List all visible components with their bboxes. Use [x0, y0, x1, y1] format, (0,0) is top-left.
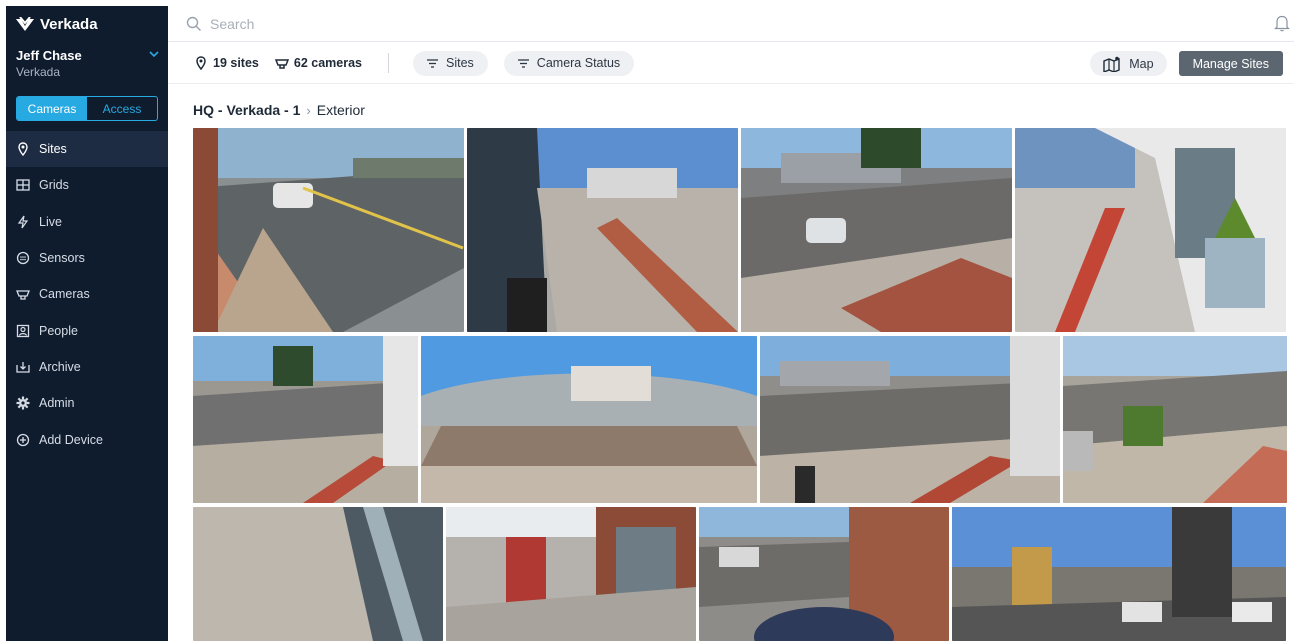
map-icon	[1103, 56, 1120, 72]
camera-tile[interactable]	[421, 336, 757, 503]
camera-tile[interactable]	[741, 128, 1012, 332]
camera-feed-thumbnail	[741, 128, 1012, 332]
account-switcher[interactable]: Jeff Chase Verkada	[6, 42, 168, 92]
camera-feed-thumbnail	[193, 336, 418, 503]
search-icon	[186, 16, 201, 31]
sensor-icon	[16, 251, 30, 265]
account-name: Jeff Chase	[16, 48, 82, 63]
camera-icon	[274, 59, 289, 69]
manage-sites-button[interactable]: Manage Sites	[1178, 51, 1283, 76]
sidebar-item-label: Archive	[39, 359, 81, 374]
camera-tile[interactable]	[699, 507, 949, 641]
map-button[interactable]: Map	[1090, 51, 1167, 76]
divider	[388, 53, 389, 73]
camera-feed-thumbnail	[446, 507, 696, 641]
camera-tile[interactable]	[1063, 336, 1287, 503]
bolt-icon	[17, 215, 29, 229]
camera-status-filter-button[interactable]: Camera Status	[503, 50, 635, 76]
breadcrumb: HQ - Verkada - 1 › Exterior	[193, 102, 365, 118]
camera-row	[193, 128, 1286, 332]
brand-name: Verkada	[40, 15, 98, 33]
camera-feed-thumbnail	[952, 507, 1286, 641]
sidebar-item-admin[interactable]: Admin	[6, 385, 168, 421]
top-bar	[168, 6, 1294, 42]
sidebar-item-sites[interactable]: Sites	[6, 131, 168, 168]
cameras-count: 62 cameras	[274, 56, 362, 70]
sidebar-item-label: Sensors	[39, 251, 85, 266]
sidebar-item-label: Sites	[39, 142, 67, 157]
access-tab[interactable]: Access	[87, 97, 157, 120]
sidebar-item-people[interactable]: People	[6, 312, 168, 348]
sidebar-item-live[interactable]: Live	[6, 204, 168, 240]
sidebar: Verkada Jeff Chase Verkada Cameras Acces…	[6, 6, 168, 641]
sidebar-item-sensors[interactable]: Sensors	[6, 240, 168, 276]
sidebar-item-grids[interactable]: Grids	[6, 167, 168, 203]
sidebar-item-label: Live	[39, 214, 62, 229]
camera-feed-thumbnail	[1015, 128, 1286, 332]
product-toggle: Cameras Access	[16, 96, 158, 121]
sites-count-label: 19 sites	[213, 56, 259, 70]
camera-feed-thumbnail	[1063, 336, 1287, 503]
sidebar-item-label: Grids	[39, 178, 69, 193]
sidebar-item-label: Admin	[39, 396, 75, 411]
camera-tile[interactable]	[446, 507, 696, 641]
camera-tile[interactable]	[1015, 128, 1286, 332]
sidebar-item-add-device[interactable]: Add Device	[6, 421, 168, 457]
camera-tile[interactable]	[193, 507, 443, 641]
search-box	[168, 15, 1294, 32]
camera-tile[interactable]	[952, 507, 1286, 641]
bell-icon[interactable]	[1274, 14, 1290, 32]
camera-status-filter-label: Camera Status	[536, 56, 621, 70]
camera-feed-thumbnail	[421, 336, 757, 503]
sidebar-item-label: People	[39, 323, 78, 338]
camera-feed-thumbnail	[760, 336, 1060, 503]
brand-logo[interactable]: Verkada	[6, 6, 168, 42]
camera-tile[interactable]	[467, 128, 738, 332]
map-pin-icon	[196, 56, 206, 70]
chevron-down-icon[interactable]	[148, 48, 160, 60]
cameras-tab[interactable]: Cameras	[17, 97, 87, 120]
verkada-logo-icon	[16, 17, 34, 31]
camera-icon	[16, 290, 30, 300]
filter-actions: Map Manage Sites	[1090, 51, 1283, 76]
gear-icon	[16, 396, 30, 410]
sidebar-item-label: Cameras	[39, 287, 90, 302]
cameras-count-label: 62 cameras	[293, 56, 362, 70]
account-org: Verkada	[16, 65, 61, 79]
camera-tile[interactable]	[193, 336, 418, 503]
camera-grid	[193, 128, 1287, 641]
search-input[interactable]	[210, 15, 610, 32]
chevron-right-icon: ›	[306, 102, 311, 118]
filter-icon	[517, 58, 529, 68]
sidebar-item-label: Add Device	[39, 432, 103, 447]
sites-count: 19 sites	[194, 56, 259, 70]
camera-feed-thumbnail	[467, 128, 738, 332]
camera-row	[193, 507, 1286, 641]
camera-tile[interactable]	[760, 336, 1060, 503]
filter-icon	[427, 58, 438, 68]
person-icon	[16, 324, 30, 337]
sidebar-nav: Sites Grids Live Sensors Cameras People …	[6, 131, 168, 458]
grid-icon	[16, 179, 30, 192]
camera-row	[193, 336, 1287, 503]
breadcrumb-area: Exterior	[316, 102, 365, 118]
camera-feed-thumbnail	[193, 507, 443, 641]
sites-filter-label: Sites	[446, 56, 474, 70]
sites-filter-button[interactable]: Sites	[413, 50, 488, 76]
plus-circle-icon	[16, 433, 30, 446]
sidebar-item-cameras[interactable]: Cameras	[6, 276, 168, 312]
filter-bar: 19 sites 62 cameras Sites Camera Status …	[168, 43, 1294, 84]
map-button-label: Map	[1129, 56, 1154, 71]
camera-tile[interactable]	[193, 128, 464, 332]
archive-icon	[16, 361, 30, 373]
map-pin-icon	[18, 142, 28, 157]
camera-feed-thumbnail	[699, 507, 949, 641]
camera-feed-thumbnail	[193, 128, 464, 332]
breadcrumb-site[interactable]: HQ - Verkada - 1	[193, 102, 300, 118]
sidebar-item-archive[interactable]: Archive	[6, 349, 168, 385]
